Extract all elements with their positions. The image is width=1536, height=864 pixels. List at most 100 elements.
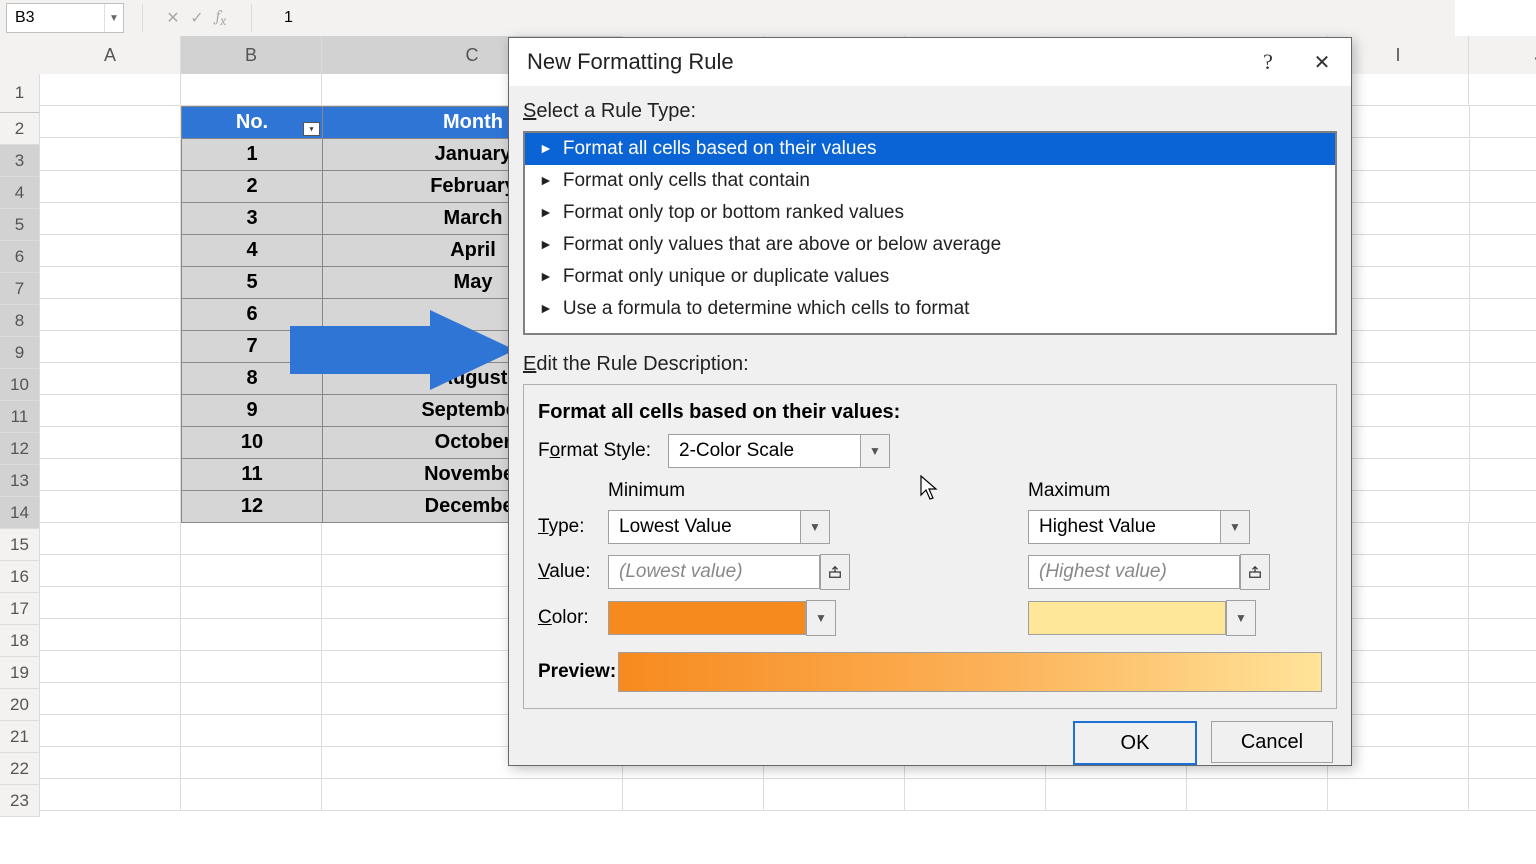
cell-J9[interactable] bbox=[1470, 331, 1536, 363]
name-box[interactable]: B3 ▼ bbox=[6, 3, 124, 33]
cell-J7[interactable] bbox=[1470, 267, 1536, 299]
cell-B5[interactable]: 3 bbox=[181, 203, 323, 235]
cell-J3[interactable] bbox=[1470, 139, 1536, 171]
cell-B13[interactable]: 11 bbox=[181, 459, 323, 491]
cell-A10[interactable] bbox=[40, 363, 181, 395]
cell-J8[interactable] bbox=[1470, 299, 1536, 331]
cell-A11[interactable] bbox=[40, 395, 181, 427]
row-header-12[interactable]: 12 bbox=[0, 433, 40, 465]
rule-type-item[interactable]: ►Format only values that are above or be… bbox=[525, 229, 1335, 261]
col-header-J[interactable]: J bbox=[1469, 36, 1536, 75]
cell-J10[interactable] bbox=[1470, 363, 1536, 395]
cell-G23[interactable] bbox=[1046, 779, 1187, 811]
cell-J12[interactable] bbox=[1470, 427, 1536, 459]
rule-type-list[interactable]: ►Format all cells based on their values►… bbox=[523, 131, 1337, 335]
cell-A22[interactable] bbox=[40, 747, 181, 779]
cancel-formula-icon[interactable]: ✕ bbox=[161, 8, 185, 28]
cell-D23[interactable] bbox=[623, 779, 764, 811]
row-header-4[interactable]: 4 bbox=[0, 177, 40, 209]
cell-A23[interactable] bbox=[40, 779, 181, 811]
row-header-8[interactable]: 8 bbox=[0, 305, 40, 337]
row-header-6[interactable]: 6 bbox=[0, 241, 40, 273]
row-header-7[interactable]: 7 bbox=[0, 273, 40, 305]
min-value-input[interactable]: (Lowest value) bbox=[608, 555, 820, 589]
cell-E23[interactable] bbox=[764, 779, 905, 811]
rule-type-item[interactable]: ►Format only cells that contain bbox=[525, 165, 1335, 197]
cell-B19[interactable] bbox=[181, 651, 322, 683]
min-color-swatch[interactable] bbox=[608, 601, 806, 635]
rule-type-item[interactable]: ►Use a formula to determine which cells … bbox=[525, 293, 1335, 325]
cell-J2[interactable] bbox=[1470, 106, 1536, 138]
cell-B3[interactable]: 1 bbox=[181, 139, 323, 171]
format-style-combo[interactable]: 2-Color Scale ▼ bbox=[668, 434, 890, 468]
cell-B4[interactable]: 2 bbox=[181, 171, 323, 203]
max-color-dropdown[interactable]: ▼ bbox=[1226, 600, 1256, 636]
cell-J17[interactable] bbox=[1469, 587, 1536, 619]
col-header-A[interactable]: A bbox=[40, 36, 181, 75]
cell-B7[interactable]: 5 bbox=[181, 267, 323, 299]
cancel-button[interactable]: Cancel bbox=[1211, 721, 1333, 763]
cell-B18[interactable] bbox=[181, 619, 322, 651]
cell-J5[interactable] bbox=[1470, 203, 1536, 235]
cell-B11[interactable]: 9 bbox=[181, 395, 323, 427]
fx-icon[interactable]: fx bbox=[209, 7, 233, 29]
row-header-22[interactable]: 22 bbox=[0, 753, 40, 785]
cell-A14[interactable] bbox=[40, 491, 181, 523]
cell-B21[interactable] bbox=[181, 715, 322, 747]
cell-J19[interactable] bbox=[1469, 651, 1536, 683]
rule-type-item[interactable]: ►Format only unique or duplicate values bbox=[525, 261, 1335, 293]
row-header-14[interactable]: 14 bbox=[0, 497, 40, 529]
row-header-9[interactable]: 9 bbox=[0, 337, 40, 369]
cell-A17[interactable] bbox=[40, 587, 181, 619]
cell-A15[interactable] bbox=[40, 523, 181, 555]
max-type-combo[interactable]: Highest Value ▼ bbox=[1028, 510, 1250, 544]
cell-J14[interactable] bbox=[1470, 491, 1536, 523]
cell-B16[interactable] bbox=[181, 555, 322, 587]
row-header-23[interactable]: 23 bbox=[0, 785, 40, 817]
cell-A16[interactable] bbox=[40, 555, 181, 587]
dialog-close-button[interactable]: ✕ bbox=[1297, 38, 1347, 86]
cell-B22[interactable] bbox=[181, 747, 322, 779]
cell-A9[interactable] bbox=[40, 331, 181, 363]
cell-J1[interactable] bbox=[1469, 74, 1536, 106]
select-all-triangle[interactable] bbox=[0, 36, 41, 75]
row-header-13[interactable]: 13 bbox=[0, 465, 40, 497]
row-header-3[interactable]: 3 bbox=[0, 145, 40, 177]
cell-A1[interactable] bbox=[40, 74, 181, 106]
max-color-swatch[interactable] bbox=[1028, 601, 1226, 635]
cell-J13[interactable] bbox=[1470, 459, 1536, 491]
cell-B2[interactable]: No.▾ bbox=[181, 106, 323, 139]
accept-formula-icon[interactable]: ✓ bbox=[185, 8, 209, 28]
min-value-ref-button[interactable] bbox=[820, 554, 850, 590]
cell-J4[interactable] bbox=[1470, 171, 1536, 203]
cell-J23[interactable] bbox=[1469, 779, 1536, 811]
row-header-11[interactable]: 11 bbox=[0, 401, 40, 433]
row-header-21[interactable]: 21 bbox=[0, 721, 40, 753]
cell-A18[interactable] bbox=[40, 619, 181, 651]
max-value-ref-button[interactable] bbox=[1240, 554, 1270, 590]
cell-A12[interactable] bbox=[40, 427, 181, 459]
cell-C23[interactable] bbox=[322, 779, 623, 811]
dialog-help-button[interactable]: ? bbox=[1243, 38, 1293, 86]
cell-J22[interactable] bbox=[1469, 747, 1536, 779]
filter-icon[interactable]: ▾ bbox=[303, 122, 320, 136]
cell-A6[interactable] bbox=[40, 235, 181, 267]
cell-B15[interactable] bbox=[181, 523, 322, 555]
cell-J6[interactable] bbox=[1470, 235, 1536, 267]
cell-B20[interactable] bbox=[181, 683, 322, 715]
cell-J20[interactable] bbox=[1469, 683, 1536, 715]
row-header-19[interactable]: 19 bbox=[0, 657, 40, 689]
rule-type-item[interactable]: ►Format only top or bottom ranked values bbox=[525, 197, 1335, 229]
cell-B12[interactable]: 10 bbox=[181, 427, 323, 459]
cell-J21[interactable] bbox=[1469, 715, 1536, 747]
row-header-10[interactable]: 10 bbox=[0, 369, 40, 401]
cell-A3[interactable] bbox=[40, 139, 181, 171]
row-header-16[interactable]: 16 bbox=[0, 561, 40, 593]
cell-A21[interactable] bbox=[40, 715, 181, 747]
cell-A4[interactable] bbox=[40, 171, 181, 203]
cell-J16[interactable] bbox=[1469, 555, 1536, 587]
min-color-dropdown[interactable]: ▼ bbox=[806, 600, 836, 636]
max-value-input[interactable]: (Highest value) bbox=[1028, 555, 1240, 589]
cell-A2[interactable] bbox=[40, 106, 181, 138]
cell-B14[interactable]: 12 bbox=[181, 491, 323, 523]
